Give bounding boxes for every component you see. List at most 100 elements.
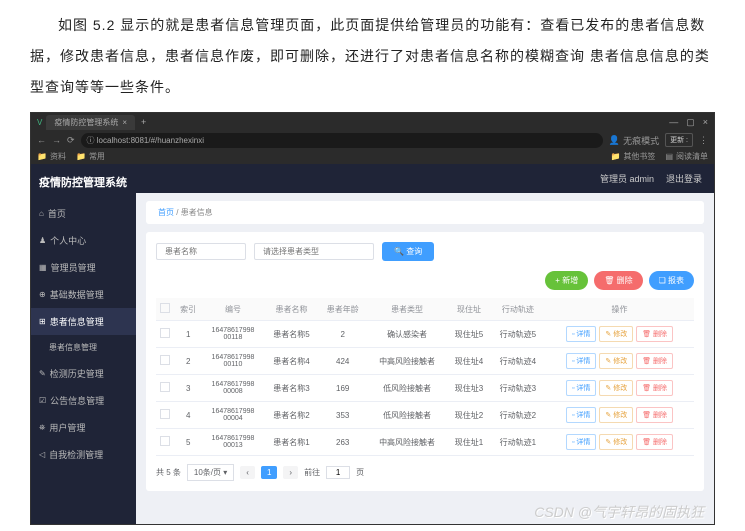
reading-list[interactable]: ▤阅读清单 [665, 151, 708, 162]
forward-icon[interactable]: → [52, 135, 61, 145]
sidebar-item[interactable]: ✎检测历史管理 [31, 360, 136, 387]
sidebar-item[interactable]: ⛯用户管理 [31, 414, 136, 441]
row-checkbox[interactable] [160, 382, 170, 392]
cell-type: 中高风险接触者 [367, 429, 447, 456]
column-header [156, 298, 175, 321]
menu-label: 检测历史管理 [50, 367, 104, 380]
row-delete-button[interactable]: 🗑 删除 [636, 326, 673, 342]
detail-button[interactable]: ▫ 详情 [566, 353, 596, 369]
breadcrumb-home[interactable]: 首页 [158, 208, 174, 217]
select-all-checkbox[interactable] [160, 303, 170, 313]
url-input[interactable]: ⓘ localhost:8081/#/huanzhexinxi [81, 133, 603, 148]
user-role-label: 管理员 admin [600, 172, 654, 185]
browser-tab[interactable]: 疫情防控管理系统 × [46, 115, 135, 130]
new-tab-icon[interactable]: + [141, 117, 146, 127]
info-icon: ⓘ [87, 136, 95, 145]
row-checkbox[interactable] [160, 328, 170, 338]
add-button[interactable]: + 新增 [545, 271, 588, 290]
maximize-icon[interactable]: ▢ [686, 117, 695, 128]
sidebar-subitem[interactable]: 患者信息管理 [31, 335, 136, 360]
edit-button[interactable]: ✎ 修改 [599, 326, 633, 342]
column-header: 行动轨迹 [491, 298, 545, 321]
report-button[interactable]: ❏ 报表 [649, 271, 694, 290]
detail-button[interactable]: ▫ 详情 [566, 326, 596, 342]
edit-button[interactable]: ✎ 修改 [599, 434, 633, 450]
cell-track: 行动轨迹3 [491, 375, 545, 402]
breadcrumb: 首页 / 患者信息 [146, 201, 704, 224]
sidebar-item[interactable]: ▦管理员管理 [31, 254, 136, 281]
menu-icon: ◁ [39, 450, 45, 459]
page-number-button[interactable]: 1 [261, 466, 277, 479]
data-table: 索引编号患者名称患者年龄患者类型现住址行动轨迹操作 1 164786179980… [156, 298, 694, 456]
cell-no: 1647861799800004 [202, 402, 265, 429]
row-delete-button[interactable]: 🗑 删除 [636, 434, 673, 450]
detail-button[interactable]: ▫ 详情 [566, 380, 596, 396]
content-card: 🔍 查询 + 新增 🗑 删除 ❏ 报表 索引编号患者名称患者年龄患者类型现住址行… [146, 232, 704, 491]
name-filter-input[interactable] [156, 243, 246, 260]
row-checkbox[interactable] [160, 355, 170, 365]
cell-no: 1647861799800110 [202, 348, 265, 375]
browser-window: V 疫情防控管理系统 × + — ▢ × ← → ⟳ ⓘ localhost:8… [30, 112, 715, 525]
cell-addr: 现住址4 [447, 348, 491, 375]
folder-icon: 📁 [37, 152, 47, 161]
logout-link[interactable]: 退出登录 [666, 172, 702, 185]
menu-label: 基础数据管理 [50, 288, 104, 301]
close-icon[interactable]: × [122, 118, 127, 127]
menu-icon[interactable]: ⋮ [699, 135, 708, 146]
edit-button[interactable]: ✎ 修改 [599, 353, 633, 369]
sidebar-item[interactable]: ⊞患者信息管理 [31, 308, 136, 335]
update-button[interactable]: 更新 : [665, 133, 693, 147]
menu-icon: ♟ [39, 236, 46, 245]
back-icon[interactable]: ← [37, 135, 46, 145]
bookmark-folder[interactable]: 📁资料 [37, 151, 66, 162]
close-window-icon[interactable]: × [703, 117, 708, 128]
breadcrumb-current: 患者信息 [181, 208, 213, 217]
incognito-badge: 👤 无痕模式 [609, 134, 659, 147]
row-delete-button[interactable]: 🗑 删除 [636, 407, 673, 423]
row-checkbox[interactable] [160, 409, 170, 419]
app-container: 疫情防控管理系统 ⌂首页♟个人中心▦管理员管理⊕基础数据管理⊞患者信息管理患者信… [31, 164, 714, 524]
filter-bar: 🔍 查询 [156, 242, 694, 261]
cell-index: 5 [175, 429, 202, 456]
url-bar: ← → ⟳ ⓘ localhost:8081/#/huanzhexinxi 👤 … [31, 131, 714, 149]
edit-button[interactable]: ✎ 修改 [599, 407, 633, 423]
sidebar: 疫情防控管理系统 ⌂首页♟个人中心▦管理员管理⊕基础数据管理⊞患者信息管理患者信… [31, 164, 136, 524]
detail-button[interactable]: ▫ 详情 [566, 434, 596, 450]
menu-label: 管理员管理 [51, 261, 96, 274]
sidebar-item[interactable]: ◁自我检测管理 [31, 441, 136, 468]
sidebar-item[interactable]: ♟个人中心 [31, 227, 136, 254]
cell-name: 患者名称1 [264, 429, 318, 456]
edit-button[interactable]: ✎ 修改 [599, 380, 633, 396]
minimize-icon[interactable]: — [669, 117, 678, 128]
reload-icon[interactable]: ⟳ [67, 135, 75, 146]
cell-name: 患者名称2 [264, 402, 318, 429]
column-header: 患者名称 [264, 298, 318, 321]
table-row: 2 1647861799800110 患者名称4 424 中高风险接触者 现住址… [156, 348, 694, 375]
sidebar-item[interactable]: ☑公告信息管理 [31, 387, 136, 414]
delete-button[interactable]: 🗑 删除 [594, 271, 642, 290]
row-checkbox[interactable] [160, 436, 170, 446]
goto-page-input[interactable] [326, 466, 350, 479]
cell-track: 行动轨迹5 [491, 321, 545, 348]
cell-no: 1647861799800013 [202, 429, 265, 456]
sidebar-item[interactable]: ⌂首页 [31, 200, 136, 227]
sidebar-item[interactable]: ⊕基础数据管理 [31, 281, 136, 308]
action-bar: + 新增 🗑 删除 ❏ 报表 [156, 271, 694, 290]
vue-icon: V [37, 118, 42, 127]
document-paragraph: 如图 5.2 显示的就是患者信息管理页面，此页面提供给管理员的功能有：查看已发布… [0, 0, 745, 107]
bookmark-folder[interactable]: 📁常用 [76, 151, 105, 162]
row-delete-button[interactable]: 🗑 删除 [636, 380, 673, 396]
next-page-button[interactable]: › [283, 466, 298, 479]
cell-type: 中高风险接触者 [367, 348, 447, 375]
page-size-select[interactable]: 10条/页 ▾ [187, 464, 234, 481]
search-button[interactable]: 🔍 查询 [382, 242, 434, 261]
cell-track: 行动轨迹4 [491, 348, 545, 375]
detail-button[interactable]: ▫ 详情 [566, 407, 596, 423]
menu-icon: ⛯ [39, 423, 45, 433]
cell-name: 患者名称5 [264, 321, 318, 348]
prev-page-button[interactable]: ‹ [240, 466, 255, 479]
other-bookmarks[interactable]: 📁其他书签 [610, 151, 655, 162]
cell-index: 3 [175, 375, 202, 402]
type-filter-select[interactable] [254, 243, 374, 260]
row-delete-button[interactable]: 🗑 删除 [636, 353, 673, 369]
